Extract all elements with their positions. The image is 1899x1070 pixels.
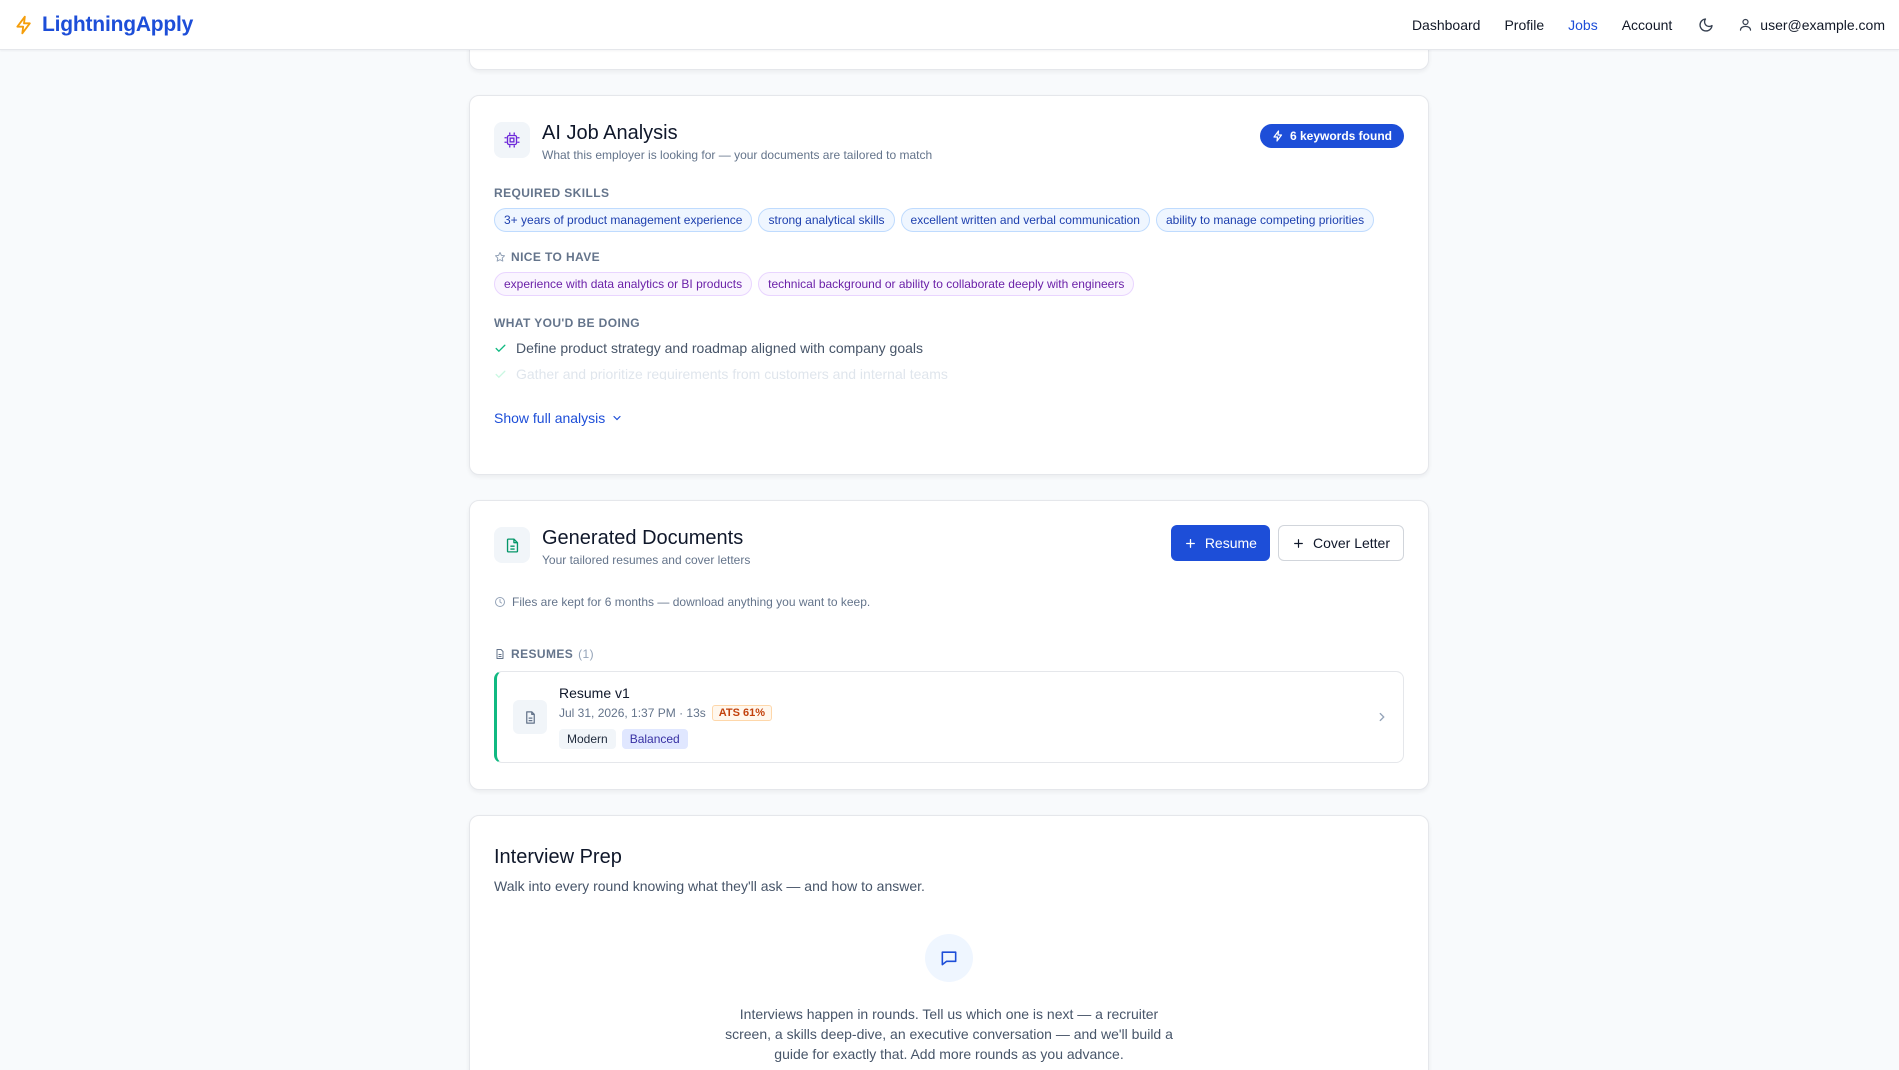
theme-toggle-button[interactable] [1698, 17, 1714, 33]
lightning-bolt-icon [1273, 130, 1283, 142]
lightning-bolt-icon [16, 15, 31, 34]
show-full-analysis-link[interactable]: Show full analysis [494, 410, 1404, 426]
resume-item[interactable]: Resume v1 Jul 31, 2026, 1:37 PM · 13s AT… [494, 671, 1404, 763]
resumes-label: RESUMES [511, 647, 574, 661]
keywords-badge: 6 keywords found [1259, 124, 1404, 148]
main-nav: Dashboard Profile Jobs Account user@exam… [1412, 17, 1885, 33]
required-skills-label: REQUIRED SKILLS [494, 186, 610, 200]
responsibility-text: Gather and prioritize requirements from … [516, 368, 948, 380]
chevron-down-icon [613, 415, 621, 421]
resume-meta: Jul 31, 2026, 1:37 PM · 13s [559, 706, 706, 720]
top-nav: LightningApply Dashboard Profile Jobs Ac… [0, 0, 1899, 50]
required-skills-list: 3+ years of product management experienc… [494, 208, 1404, 232]
ai-job-analysis-card: AI Job Analysis What this employer is lo… [469, 95, 1429, 475]
nav-link-jobs[interactable]: Jobs [1568, 17, 1598, 33]
template-tag: Modern [559, 729, 616, 749]
resume-title: Resume v1 [559, 685, 630, 701]
clock-icon [495, 597, 505, 607]
star-icon [495, 252, 505, 262]
plus-icon [1294, 538, 1303, 548]
new-cover-letter-button[interactable]: Cover Letter [1277, 525, 1404, 561]
chevron-right-icon [1379, 712, 1385, 722]
nice-to-have-label-row: NICE TO HAVE [494, 250, 1404, 264]
new-resume-button[interactable]: Resume [1170, 525, 1270, 561]
check-icon [495, 344, 506, 352]
ats-score-badge: ATS 61% [711, 705, 773, 721]
show-full-analysis-label: Show full analysis [494, 410, 606, 426]
user-menu[interactable]: user@example.com [1738, 17, 1885, 33]
nice-skill-chip: technical background or ability to colla… [758, 272, 1135, 296]
message-square-icon [925, 934, 973, 982]
user-email: user@example.com [1760, 16, 1885, 33]
nav-link-account[interactable]: Account [1622, 17, 1673, 33]
cpu-icon [494, 122, 530, 158]
documents-subtitle: Your tailored resumes and cover letters [542, 553, 751, 567]
interview-prep-title: Interview Prep [494, 846, 622, 868]
required-skill-chip: 3+ years of product management experienc… [494, 208, 753, 232]
keywords-badge-label: 6 keywords found [1289, 129, 1392, 143]
responsibilities-label: WHAT YOU'D BE DOING [494, 316, 641, 330]
interview-prep-description: Interviews happen in rounds. Tell us whi… [725, 1006, 1173, 1062]
retention-note: Files are kept for 6 months — download a… [494, 595, 1404, 609]
user-icon [1740, 18, 1752, 31]
file-icon [496, 649, 504, 659]
responsibility-item: Gather and prioritize requirements from … [494, 368, 1404, 380]
resumes-count: (1) [578, 647, 595, 661]
new-cover-letter-label: Cover Letter [1312, 535, 1390, 551]
required-skill-chip: strong analytical skills [758, 208, 895, 232]
nice-to-have-list: experience with data analytics or BI pro… [494, 272, 1404, 296]
nav-link-dashboard[interactable]: Dashboard [1412, 17, 1481, 33]
retention-note-text: Files are kept for 6 months — download a… [512, 595, 871, 609]
interview-prep-subtitle: Walk into every round knowing what they'… [494, 878, 925, 894]
style-tag: Balanced [621, 729, 688, 749]
generated-documents-card: Generated Documents Your tailored resume… [469, 500, 1429, 790]
analysis-subtitle: What this employer is looking for — your… [542, 148, 933, 162]
brand-logo[interactable]: LightningApply [14, 13, 193, 37]
interview-prep-card: Interview Prep Walk into every round kno… [469, 815, 1429, 1070]
nav-link-profile[interactable]: Profile [1504, 17, 1544, 33]
documents-title: Generated Documents [542, 527, 744, 549]
analysis-title: AI Job Analysis [542, 122, 678, 144]
moon-icon [1699, 17, 1713, 32]
file-text-icon [494, 527, 530, 563]
brand-name: LightningApply [42, 12, 194, 36]
document-icon [513, 700, 547, 734]
plus-icon [1185, 538, 1195, 548]
resumes-section-label: RESUMES (1) [494, 647, 1404, 661]
nice-to-have-label: NICE TO HAVE [511, 250, 601, 264]
nice-skill-chip: experience with data analytics or BI pro… [494, 272, 753, 296]
required-skill-chip: ability to manage competing priorities [1155, 208, 1375, 232]
responsibility-text: Define product strategy and roadmap alig… [516, 340, 924, 356]
required-skill-chip: excellent written and verbal communicati… [900, 208, 1150, 232]
check-icon [495, 370, 506, 378]
responsibility-item: Define product strategy and roadmap alig… [494, 340, 1404, 356]
new-resume-label: Resume [1204, 535, 1257, 551]
